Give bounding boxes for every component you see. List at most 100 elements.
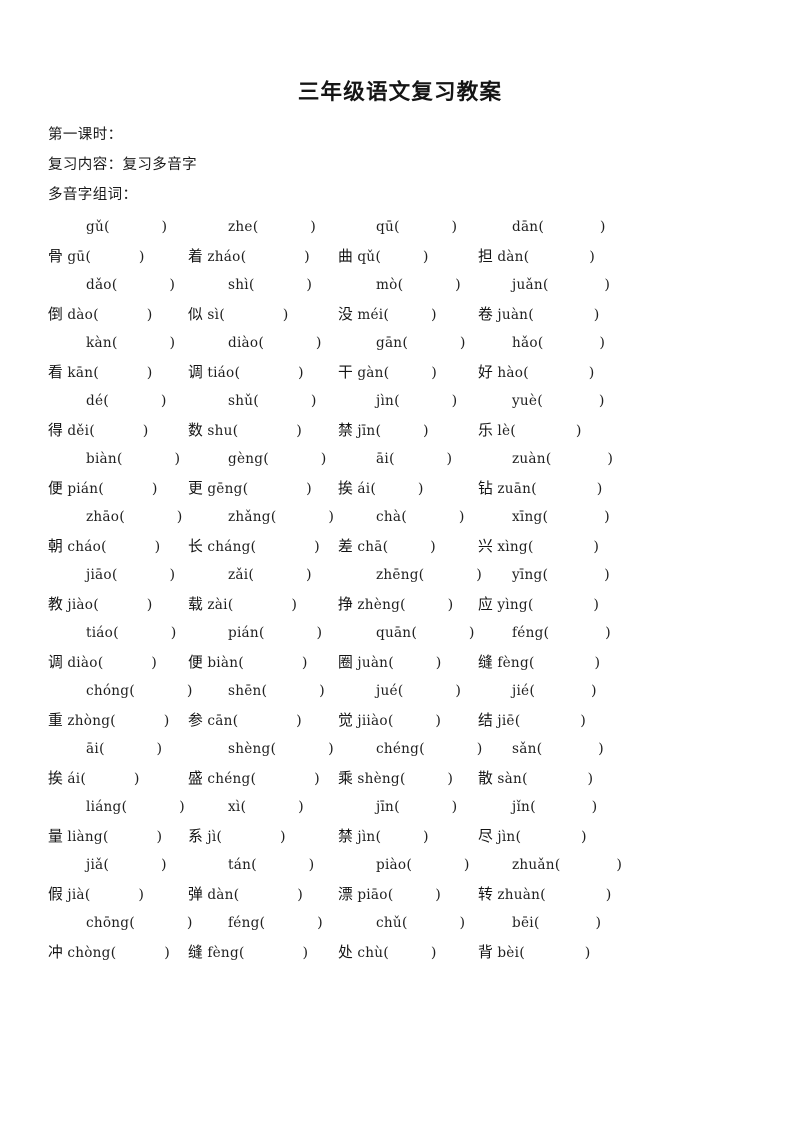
character-blank-cell: 担 dàn() (478, 242, 595, 272)
character-blank-cell: 乐 lè() (478, 416, 581, 446)
polyphone-character: 结 (478, 712, 493, 729)
pinyin-blank-cell: zhuǎn() (512, 851, 622, 880)
pinyin-row-top: āi() shèng() chéng() sǎn() (0, 735, 800, 764)
paren-close: ) (430, 539, 436, 555)
paren-close: ) (575, 423, 582, 439)
paren-close: ) (584, 945, 591, 961)
pinyin-row-bottom: 量 liàng() 系 jì() 禁 jìn() 尽 jìn() (0, 822, 800, 851)
pinyin-reading: gān (376, 335, 403, 351)
polyphone-group: jiǎ() tán() piào() zhuǎn() 假 jià() 弹 dàn() 漂 p… (0, 851, 800, 909)
pinyin-reading: quān (376, 625, 412, 641)
paren-close: ) (306, 481, 312, 497)
paren-open: ( (370, 481, 376, 497)
pinyin-reading: chéng (376, 741, 420, 757)
polyphone-character: 圈 (338, 654, 353, 671)
paren-close: ) (298, 799, 304, 815)
paren-open: ( (216, 829, 222, 845)
paren-open: ( (240, 799, 247, 815)
paren-close: ) (302, 945, 309, 961)
polyphone-character: 弹 (188, 886, 203, 903)
pinyin-reading: biàn (207, 655, 239, 671)
polyphone-character: 卷 (478, 306, 493, 323)
paren-open: ( (98, 741, 105, 757)
pinyin-blank-cell: zhēng() (376, 561, 482, 590)
pinyin-blank-cell: qū() (376, 213, 457, 242)
paren-close: ) (598, 393, 605, 409)
pinyin-reading: féng (512, 625, 544, 641)
paren-close: ) (179, 799, 185, 815)
pinyin-blank-cell: piào() (376, 851, 470, 880)
pinyin-reading: shu (207, 423, 233, 439)
pinyin-reading: zhāo (86, 509, 120, 525)
paren-open: ( (530, 799, 536, 815)
pinyin-reading: cháng (207, 539, 251, 555)
paren-close: ) (160, 393, 167, 409)
pinyin-row-top: dé() shǔ() jìn() yuè() (0, 387, 800, 416)
paren-close: ) (594, 655, 601, 671)
polyphone-character: 没 (338, 306, 353, 323)
paren-close: ) (423, 423, 429, 439)
paren-open: ( (242, 481, 249, 497)
paren-close: ) (151, 481, 158, 497)
paren-open: ( (238, 655, 244, 671)
character-blank-cell: 调 tiáo() (188, 358, 304, 388)
pinyin-row-bottom: 调 diào() 便 biàn() 圈 juàn() 缝 fèng() (0, 648, 800, 677)
paren-open: ( (383, 307, 389, 323)
paren-open: ( (554, 857, 561, 873)
pinyin-row-top: zhāo() zhǎng() chà() xīng() (0, 503, 800, 532)
paren-open: ( (248, 277, 255, 293)
paren-open: ( (250, 539, 257, 555)
pinyin-blank-cell: dé() (86, 387, 166, 416)
paren-close: ) (156, 741, 163, 757)
polyphone-character: 朝 (48, 538, 63, 555)
paren-close: ) (596, 481, 603, 497)
pinyin-blank-cell: diào() (228, 329, 322, 358)
paren-close: ) (296, 423, 302, 439)
pinyin-reading: jié (512, 683, 530, 699)
pinyin-blank-cell: jué() (376, 677, 461, 706)
paren-close: ) (163, 713, 170, 729)
paren-close: ) (306, 277, 312, 293)
paren-open: ( (527, 597, 534, 613)
paren-close: ) (605, 625, 611, 641)
pinyin-row-bottom: 挨 ái() 盛 chéng() 乘 shèng() 散 sàn() (0, 764, 800, 793)
polyphone-character: 骨 (48, 248, 63, 265)
polyphone-group: dǎo() shì() mò() juǎn() 倒 dào() 似 sì() 没 méi()… (0, 271, 800, 329)
paren-close: ) (468, 625, 475, 641)
paren-close: ) (161, 219, 168, 235)
paren-open: ( (399, 771, 406, 787)
paren-open: ( (536, 741, 543, 757)
paren-open: ( (238, 945, 245, 961)
paren-open: ( (401, 915, 408, 931)
pinyin-reading: ái (357, 481, 371, 497)
polyphone-character: 禁 (338, 422, 353, 439)
paren-open: ( (121, 799, 128, 815)
character-blank-cell: 便 biàn() (188, 648, 307, 678)
polyphone-character: 差 (338, 538, 353, 555)
pinyin-reading: jiē (497, 713, 515, 729)
paren-open: ( (514, 713, 521, 729)
polyphone-character: 散 (478, 770, 493, 787)
paren-open: ( (101, 539, 107, 555)
paren-open: ( (402, 335, 408, 351)
pinyin-reading: gàn (357, 365, 384, 381)
paren-open: ( (270, 741, 277, 757)
pinyin-reading: gū (67, 249, 86, 265)
pinyin-reading: juàn (497, 307, 529, 323)
paren-open: ( (119, 509, 125, 525)
pinyin-blank-cell: tiáo() (86, 619, 176, 648)
paren-close: ) (431, 365, 437, 381)
paren-open: ( (110, 945, 117, 961)
paren-close: ) (297, 887, 303, 903)
paren-close: ) (310, 219, 316, 235)
page-title: 三年级语文复习教案 (297, 80, 503, 105)
paren-open: ( (111, 277, 118, 293)
character-blank-cell: 假 jià() (48, 880, 144, 910)
intro-line-lesson: 第一课时： (48, 127, 123, 143)
polyphone-character: 量 (48, 828, 63, 845)
paren-close: ) (598, 741, 604, 757)
paren-open: ( (97, 655, 104, 671)
paren-close: ) (328, 741, 334, 757)
pinyin-blank-cell: chōng() (86, 909, 192, 938)
pinyin-reading: xìng (497, 539, 528, 555)
